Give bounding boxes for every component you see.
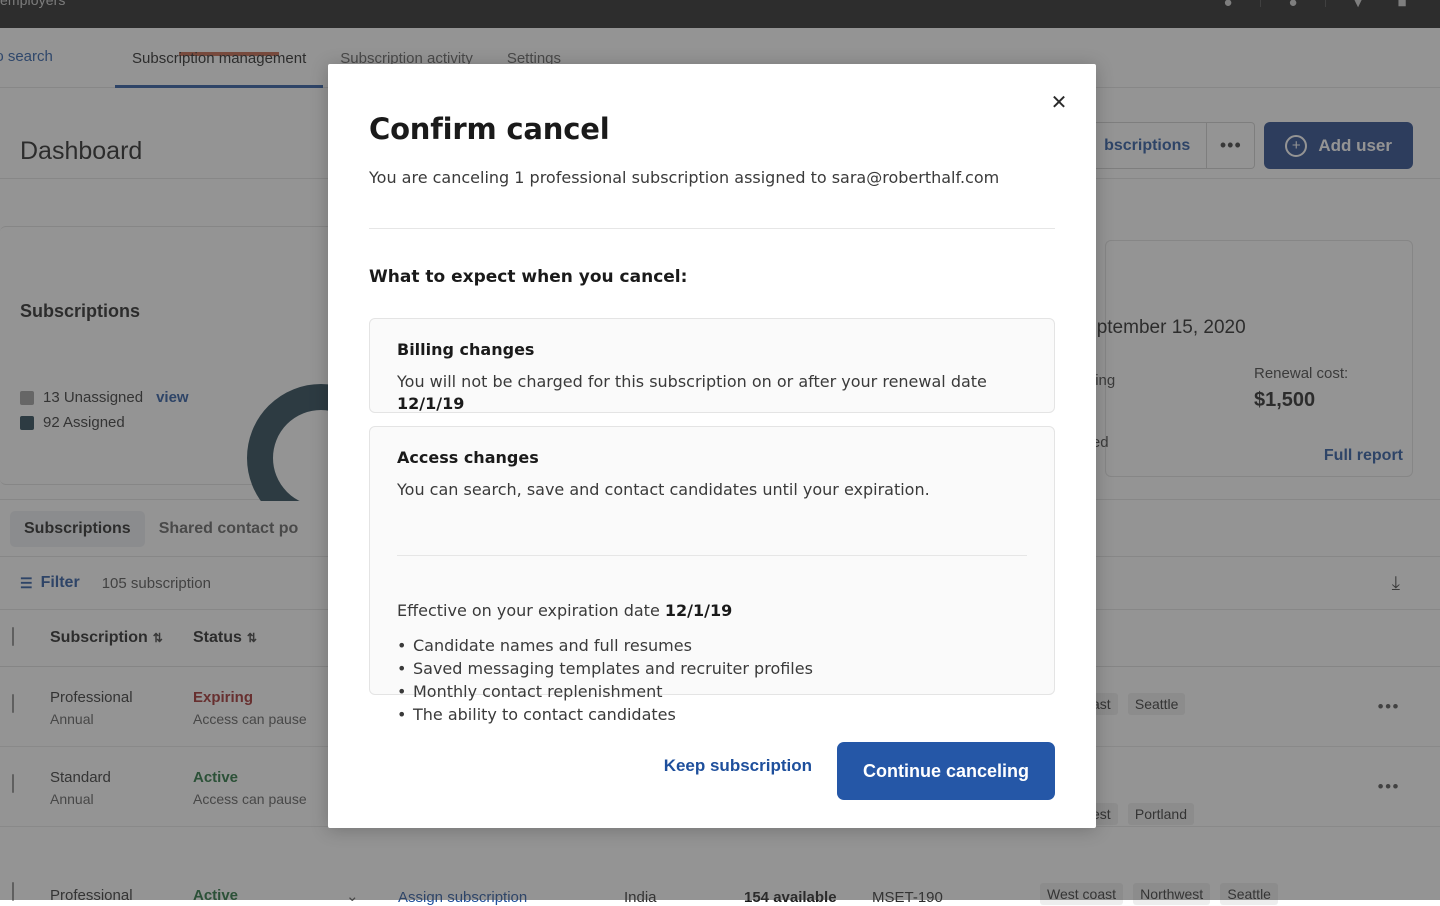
access-changes-text: You can search, save and contact candida… bbox=[397, 479, 1030, 501]
list-item: Monthly contact replenishment bbox=[397, 680, 813, 703]
billing-changes-card: Billing changes You will not be charged … bbox=[369, 318, 1055, 413]
modal-section-heading: What to expect when you cancel: bbox=[369, 267, 687, 287]
modal-footer: Keep subscription Continue canceling bbox=[369, 742, 1055, 802]
billing-renewal-date: 12/1/19 bbox=[397, 394, 464, 413]
access-expiration-date: 12/1/19 bbox=[665, 601, 732, 620]
confirm-cancel-modal: ✕ Confirm cancel You are canceling 1 pro… bbox=[328, 64, 1096, 828]
modal-subtitle: You are canceling 1 professional subscri… bbox=[369, 167, 1055, 189]
list-item: Candidate names and full resumes bbox=[397, 634, 813, 657]
list-item: The ability to contact candidates bbox=[397, 703, 813, 726]
modal-divider bbox=[369, 228, 1055, 229]
billing-text-body: You will not be charged for this subscri… bbox=[397, 372, 987, 391]
keep-subscription-button[interactable]: Keep subscription bbox=[664, 756, 812, 776]
access-loss-list: Candidate names and full resumes Saved m… bbox=[397, 634, 813, 726]
billing-changes-text: You will not be charged for this subscri… bbox=[397, 371, 1030, 414]
access-changes-title: Access changes bbox=[397, 448, 539, 467]
access-card-divider bbox=[397, 555, 1027, 556]
billing-changes-title: Billing changes bbox=[397, 340, 534, 359]
list-item: Saved messaging templates and recruiter … bbox=[397, 657, 813, 680]
continue-canceling-button[interactable]: Continue canceling bbox=[837, 742, 1055, 800]
modal-title: Confirm cancel bbox=[369, 112, 609, 146]
access-effective-body: Effective on your expiration date bbox=[397, 601, 665, 620]
access-effective-line: Effective on your expiration date 12/1/1… bbox=[397, 601, 732, 620]
access-changes-card: Access changes You can search, save and … bbox=[369, 426, 1055, 695]
close-icon[interactable]: ✕ bbox=[1045, 88, 1073, 116]
